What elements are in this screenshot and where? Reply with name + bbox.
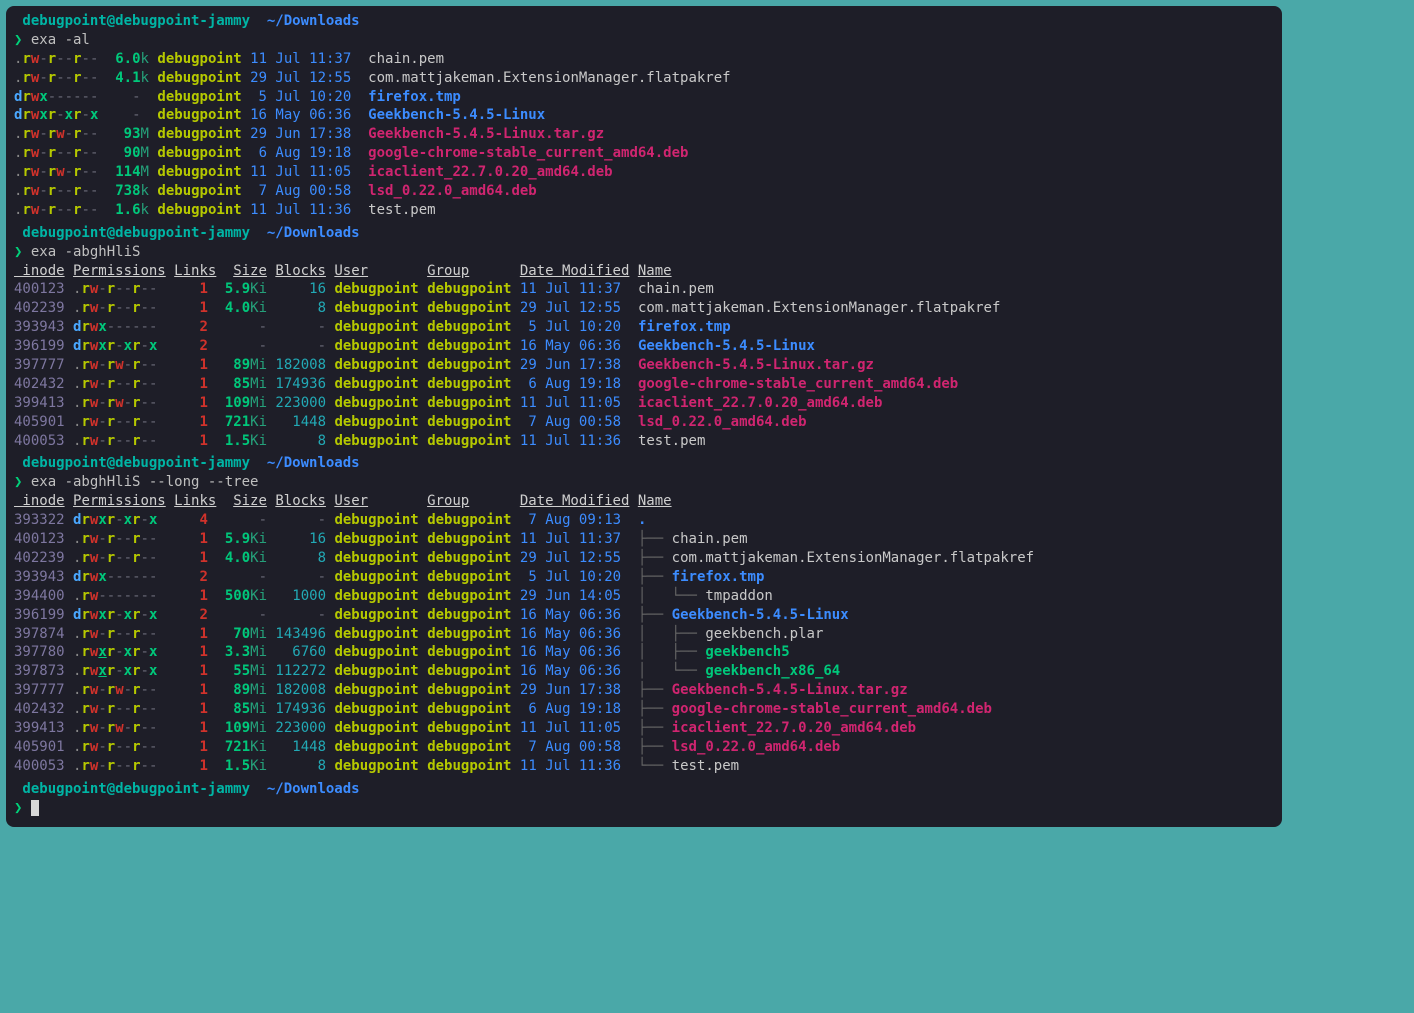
table-row: 399413 .rw-rw-r-- 1 109Mi 223000 debugpo… <box>14 394 1274 413</box>
table-row: 400053 .rw-r--r-- 1 1.5Ki 8 debugpoint d… <box>14 432 1274 451</box>
table-row: .rw-r--r-- 1.6k debugpoint 11 Jul 11:36 … <box>14 201 1274 220</box>
table-row: 405901 .rw-r--r-- 1 721Ki 1448 debugpoin… <box>14 738 1274 757</box>
cwd-path: ~/Downloads <box>258 13 359 29</box>
table-row: 402239 .rw-r--r-- 1 4.0Ki 8 debugpoint d… <box>14 549 1274 568</box>
table-row: 402432 .rw-r--r-- 1 85Mi 174936 debugpoi… <box>14 700 1274 719</box>
cwd-path: ~/Downloads <box>258 225 359 241</box>
prompt-line: debugpoint@debugpoint-jammy ~/Downloads <box>14 224 1274 243</box>
table-row: drwx------ - debugpoint 5 Jul 10:20 fire… <box>14 88 1274 107</box>
table-row: 397873 .rwxr-xr-x 1 55Mi 112272 debugpoi… <box>14 662 1274 681</box>
command-line: ❯ exa -abghHliS --long --tree <box>14 473 1274 492</box>
command-line: ❯ exa -abghHliS <box>14 243 1274 262</box>
table-row: 400053 .rw-r--r-- 1 1.5Ki 8 debugpoint d… <box>14 757 1274 776</box>
prompt-arrow-icon: ❯ <box>14 244 31 260</box>
table-row: 400123 .rw-r--r-- 1 5.9Ki 16 debugpoint … <box>14 280 1274 299</box>
table-row: 394400 .rw------- 1 500Ki 1000 debugpoin… <box>14 587 1274 606</box>
prompt-arrow-icon: ❯ <box>14 474 31 490</box>
terminal-window[interactable]: debugpoint@debugpoint-jammy ~/Downloads … <box>6 6 1282 827</box>
table-row: 397874 .rw-r--r-- 1 70Mi 143496 debugpoi… <box>14 625 1274 644</box>
table-row: 400123 .rw-r--r-- 1 5.9Ki 16 debugpoint … <box>14 530 1274 549</box>
prompt-arrow-icon: ❯ <box>14 800 31 816</box>
user-host: debugpoint@debugpoint-jammy <box>14 455 258 471</box>
column-headers: inode Permissions Links Size Blocks User… <box>14 492 1274 511</box>
user-host: debugpoint@debugpoint-jammy <box>14 13 258 29</box>
exa-tree-output: 393322 drwxr-xr-x 4 - - debugpoint debug… <box>14 511 1274 775</box>
table-row: .rw-r--r-- 90M debugpoint 6 Aug 19:18 go… <box>14 144 1274 163</box>
table-row: 393943 drwx------ 2 - - debugpoint debug… <box>14 318 1274 337</box>
exa-detailed-output: 400123 .rw-r--r-- 1 5.9Ki 16 debugpoint … <box>14 280 1274 450</box>
table-row: 397777 .rw-rw-r-- 1 89Mi 182008 debugpoi… <box>14 681 1274 700</box>
table-row: 397780 .rwxr-xr-x 1 3.3Mi 6760 debugpoin… <box>14 643 1274 662</box>
table-row: 402239 .rw-r--r-- 1 4.0Ki 8 debugpoint d… <box>14 299 1274 318</box>
table-row: 402432 .rw-r--r-- 1 85Mi 174936 debugpoi… <box>14 375 1274 394</box>
table-row: .rw-r--r-- 4.1k debugpoint 29 Jul 12:55 … <box>14 69 1274 88</box>
prompt-line: debugpoint@debugpoint-jammy ~/Downloads <box>14 454 1274 473</box>
cwd-path: ~/Downloads <box>258 781 359 797</box>
cwd-path: ~/Downloads <box>258 455 359 471</box>
user-host: debugpoint@debugpoint-jammy <box>14 781 258 797</box>
command-line: ❯ exa -al <box>14 31 1274 50</box>
prompt-line: debugpoint@debugpoint-jammy ~/Downloads <box>14 780 1274 799</box>
table-row: 396199 drwxr-xr-x 2 - - debugpoint debug… <box>14 606 1274 625</box>
column-headers: inode Permissions Links Size Blocks User… <box>14 262 1274 281</box>
table-row: .rw-r--r-- 738k debugpoint 7 Aug 00:58 l… <box>14 182 1274 201</box>
table-row: 399413 .rw-rw-r-- 1 109Mi 223000 debugpo… <box>14 719 1274 738</box>
table-row: 405901 .rw-r--r-- 1 721Ki 1448 debugpoin… <box>14 413 1274 432</box>
table-row: .rw-rw-r-- 114M debugpoint 11 Jul 11:05 … <box>14 163 1274 182</box>
table-row: 397777 .rw-rw-r-- 1 89Mi 182008 debugpoi… <box>14 356 1274 375</box>
input-line[interactable]: ❯ <box>14 799 1274 818</box>
command-text: exa -abghHliS <box>31 244 141 260</box>
table-row: 393943 drwx------ 2 - - debugpoint debug… <box>14 568 1274 587</box>
user-host: debugpoint@debugpoint-jammy <box>14 225 258 241</box>
exa-al-output: .rw-r--r-- 6.0k debugpoint 11 Jul 11:37 … <box>14 50 1274 220</box>
command-text: exa -abghHliS --long --tree <box>31 474 259 490</box>
table-row: drwxr-xr-x - debugpoint 16 May 06:36 Gee… <box>14 106 1274 125</box>
table-row: 393322 drwxr-xr-x 4 - - debugpoint debug… <box>14 511 1274 530</box>
cursor-icon <box>31 800 39 816</box>
table-row: .rw-rw-r-- 93M debugpoint 29 Jun 17:38 G… <box>14 125 1274 144</box>
prompt-arrow-icon: ❯ <box>14 32 31 48</box>
table-row: 396199 drwxr-xr-x 2 - - debugpoint debug… <box>14 337 1274 356</box>
table-row: .rw-r--r-- 6.0k debugpoint 11 Jul 11:37 … <box>14 50 1274 69</box>
prompt-line: debugpoint@debugpoint-jammy ~/Downloads <box>14 12 1274 31</box>
command-text: exa -al <box>31 32 90 48</box>
